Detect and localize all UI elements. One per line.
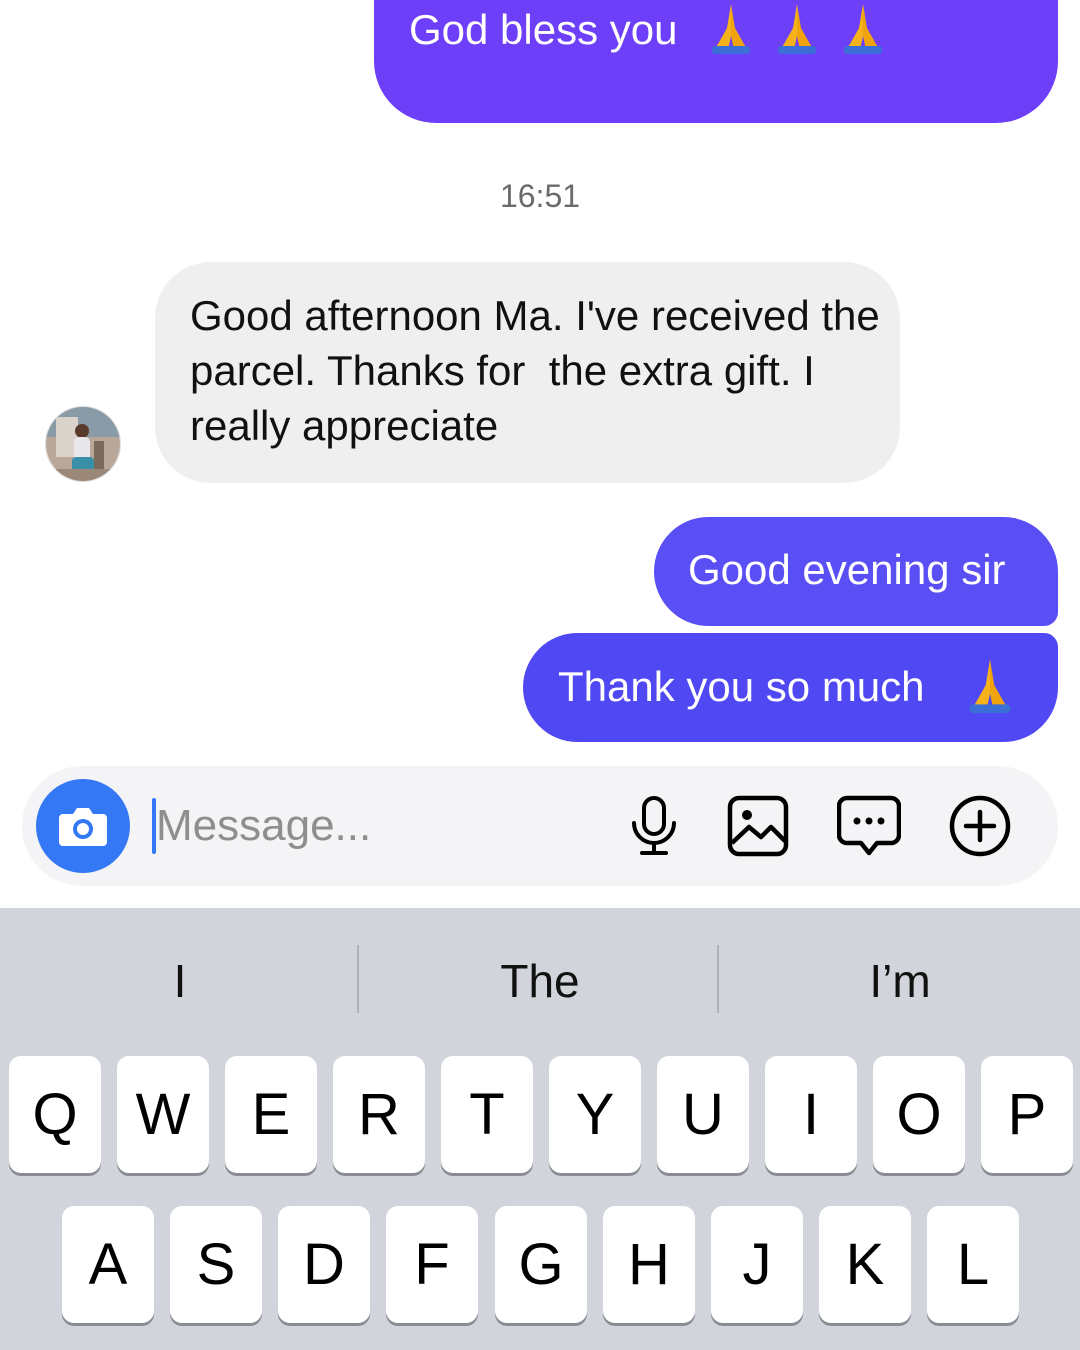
message-timestamp: 16:51	[499, 178, 581, 214]
key-f[interactable]: F	[386, 1206, 478, 1323]
message-text: God bless you	[409, 6, 678, 53]
message-text: Good afternoon Ma. I've received the par…	[190, 292, 892, 449]
key-t[interactable]: T	[441, 1056, 533, 1173]
more-options-button[interactable]	[948, 794, 1012, 858]
key-h[interactable]: H	[603, 1206, 695, 1323]
suggestion-divider	[717, 945, 719, 1013]
sticker-button[interactable]	[837, 794, 901, 858]
suggestion-1[interactable]: I	[0, 908, 360, 1053]
on-screen-keyboard: I The I’m Q W E R T Y U I O P A S D F G …	[0, 908, 1080, 1350]
key-r[interactable]: R	[333, 1056, 425, 1173]
image-icon	[727, 795, 789, 857]
key-y[interactable]: Y	[549, 1056, 641, 1173]
gallery-button[interactable]	[726, 794, 790, 858]
folded-hands-emoji-icon	[712, 4, 750, 54]
key-i[interactable]: I	[765, 1056, 857, 1173]
emoji-group	[961, 655, 1019, 726]
key-k[interactable]: K	[819, 1206, 911, 1323]
suggestion-2[interactable]: The	[360, 908, 720, 1053]
contact-avatar[interactable]	[45, 406, 121, 482]
key-d[interactable]: D	[278, 1206, 370, 1323]
message-bubble-outgoing[interactable]: Thank you so much	[523, 633, 1058, 742]
key-a[interactable]: A	[62, 1206, 154, 1323]
message-input[interactable]	[156, 796, 616, 856]
message-bubble-outgoing[interactable]: God bless you	[374, 0, 1058, 123]
chat-thread: God bless you 16:51 Good afternoon Ma. I…	[0, 0, 1080, 908]
message-text: Good evening sir	[688, 546, 1006, 593]
avatar-photo	[46, 407, 120, 481]
camera-button[interactable]	[36, 779, 130, 873]
microphone-button[interactable]	[622, 794, 686, 858]
key-q[interactable]: Q	[9, 1056, 101, 1173]
sticker-chat-icon	[837, 795, 901, 856]
message-bubble-outgoing[interactable]: Good evening sir	[654, 517, 1058, 626]
folded-hands-emoji-icon	[844, 4, 882, 54]
suggestion-3[interactable]: I’m	[720, 908, 1080, 1053]
key-j[interactable]: J	[711, 1206, 803, 1323]
message-text: Thank you so much	[558, 663, 925, 710]
key-o[interactable]: O	[873, 1056, 965, 1173]
message-bubble-incoming[interactable]: Good afternoon Ma. I've received the par…	[155, 262, 900, 483]
key-l[interactable]: L	[927, 1206, 1019, 1323]
camera-icon	[59, 808, 107, 846]
emoji-group	[704, 0, 890, 54]
folded-hands-emoji-icon	[778, 4, 816, 54]
key-u[interactable]: U	[657, 1056, 749, 1173]
microphone-icon	[632, 796, 676, 855]
key-s[interactable]: S	[170, 1206, 262, 1323]
message-composer	[22, 766, 1058, 886]
key-g[interactable]: G	[495, 1206, 587, 1323]
key-w[interactable]: W	[117, 1056, 209, 1173]
key-e[interactable]: E	[225, 1056, 317, 1173]
folded-hands-emoji-icon	[969, 659, 1011, 713]
plus-icon	[949, 795, 1011, 857]
key-p[interactable]: P	[981, 1056, 1073, 1173]
suggestion-divider	[357, 945, 359, 1013]
